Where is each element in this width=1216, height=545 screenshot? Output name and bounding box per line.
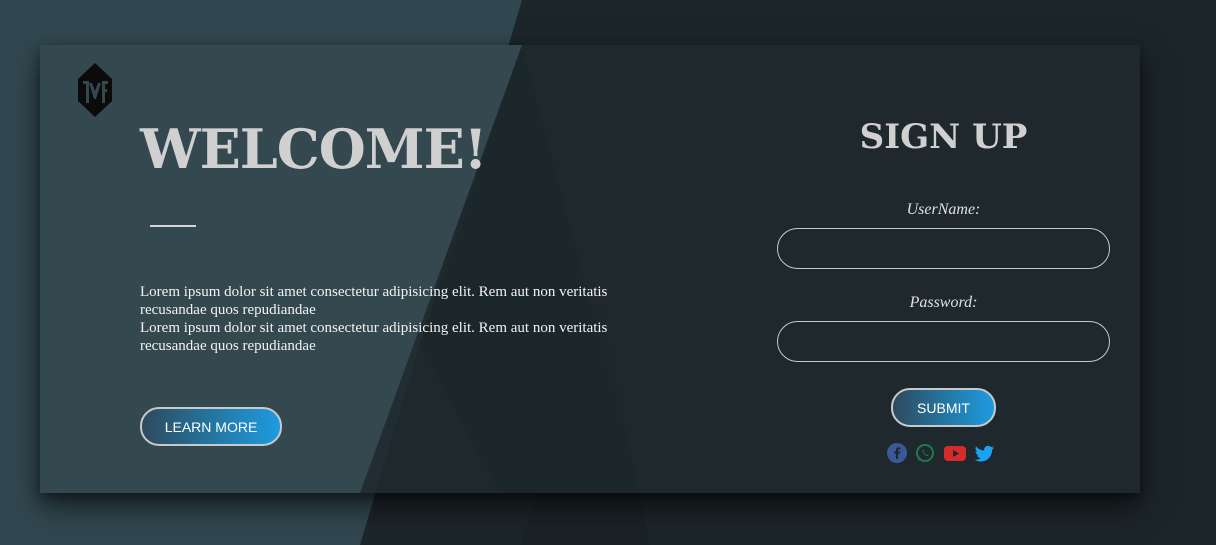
password-label: Password:: [909, 294, 978, 311]
main-card: WELCOME! Lorem ipsum dolor sit amet cons…: [40, 45, 1140, 493]
password-input[interactable]: [777, 321, 1110, 362]
youtube-icon[interactable]: [943, 443, 967, 463]
whatsapp-icon[interactable]: [915, 443, 935, 463]
twitter-icon[interactable]: [974, 443, 995, 463]
learn-more-button[interactable]: LEARN MORE: [140, 407, 282, 446]
username-label: UserName:: [906, 201, 981, 218]
brand-logo-icon: [78, 63, 112, 117]
submit-button[interactable]: SUBMIT: [891, 388, 996, 427]
username-input[interactable]: [777, 228, 1110, 269]
hero-paragraph: Lorem ipsum dolor sit amet consectetur a…: [140, 320, 608, 354]
signup-title: SIGN UP: [859, 117, 1028, 157]
facebook-icon[interactable]: [887, 443, 907, 463]
hero-description: Lorem ipsum dolor sit amet consectetur a…: [140, 283, 660, 355]
hero-paragraph: Lorem ipsum dolor sit amet consectetur a…: [140, 284, 608, 318]
welcome-title: WELCOME!: [140, 117, 487, 181]
title-divider: [150, 225, 196, 227]
social-links: [887, 443, 995, 465]
